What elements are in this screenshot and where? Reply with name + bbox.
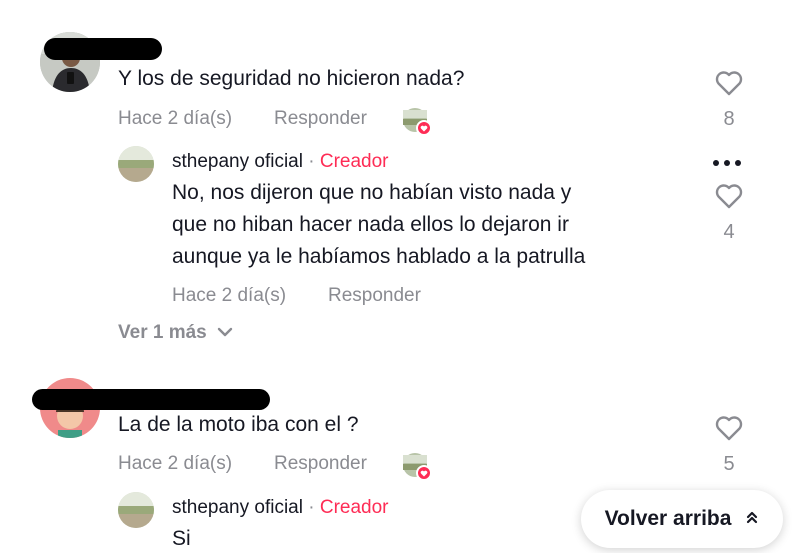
like-count: 8 [723, 108, 735, 130]
reply-avatar[interactable] [118, 492, 154, 528]
back-to-top-label[interactable]: Volver arriba [605, 507, 732, 531]
reply-button[interactable]: Responder [274, 107, 367, 131]
reply-username-text[interactable]: sthepany oficial [172, 497, 303, 518]
reply-text-line: aunque ya le habíamos hablado a la patru… [172, 245, 586, 268]
reply-timestamp: Hace 2 día(s) [172, 285, 287, 306]
view-more-label[interactable]: Ver 1 más [118, 322, 207, 344]
reply-text-line: Si [172, 527, 191, 550]
view-more-replies[interactable]: Ver 1 más [118, 322, 233, 344]
comment-timestamp: Hace 2 día(s) [118, 108, 233, 129]
heart-icon[interactable] [715, 415, 743, 446]
reply-text-line: No, nos dijeron que no habían visto nada… [172, 181, 572, 204]
reply-button[interactable]: Responder [274, 452, 367, 476]
reply-button[interactable]: Responder [328, 284, 421, 308]
reply-username[interactable]: sthepany oficial · Creador [172, 150, 389, 174]
separator: · [308, 497, 315, 518]
redacted-username [32, 389, 270, 410]
like-count: 4 [723, 221, 735, 243]
comment-timestamp: Hace 2 día(s) [118, 453, 233, 474]
like-column: 8 [709, 70, 749, 131]
heart-icon[interactable] [715, 70, 743, 101]
back-to-top-button[interactable]: Volver arriba [581, 490, 783, 548]
like-count: 5 [723, 453, 735, 475]
comment-text: Y los de seguridad no hicieron nada? [118, 67, 465, 90]
creator-liked-badge-icon [402, 452, 432, 481]
creator-liked-badge-icon [402, 107, 432, 136]
like-column: 5 [709, 415, 749, 476]
chevron-down-icon [217, 322, 233, 344]
double-chevron-up-icon [745, 507, 759, 531]
heart-icon[interactable] [715, 183, 743, 214]
creator-badge: Creador [319, 497, 389, 518]
redacted-username [44, 38, 162, 60]
like-column: 4 [709, 183, 749, 244]
creator-badge: Creador [319, 151, 389, 172]
more-icon[interactable] [713, 160, 741, 166]
reply-username-text[interactable]: sthepany oficial [172, 151, 303, 172]
reply-avatar[interactable] [118, 146, 154, 182]
comment-text: La de la moto iba con el ? [118, 413, 359, 436]
reply-text-line: que no hiban hacer nada ellos lo dejaron… [172, 213, 569, 236]
reply-username[interactable]: sthepany oficial · Creador [172, 496, 389, 520]
separator: · [308, 151, 315, 172]
